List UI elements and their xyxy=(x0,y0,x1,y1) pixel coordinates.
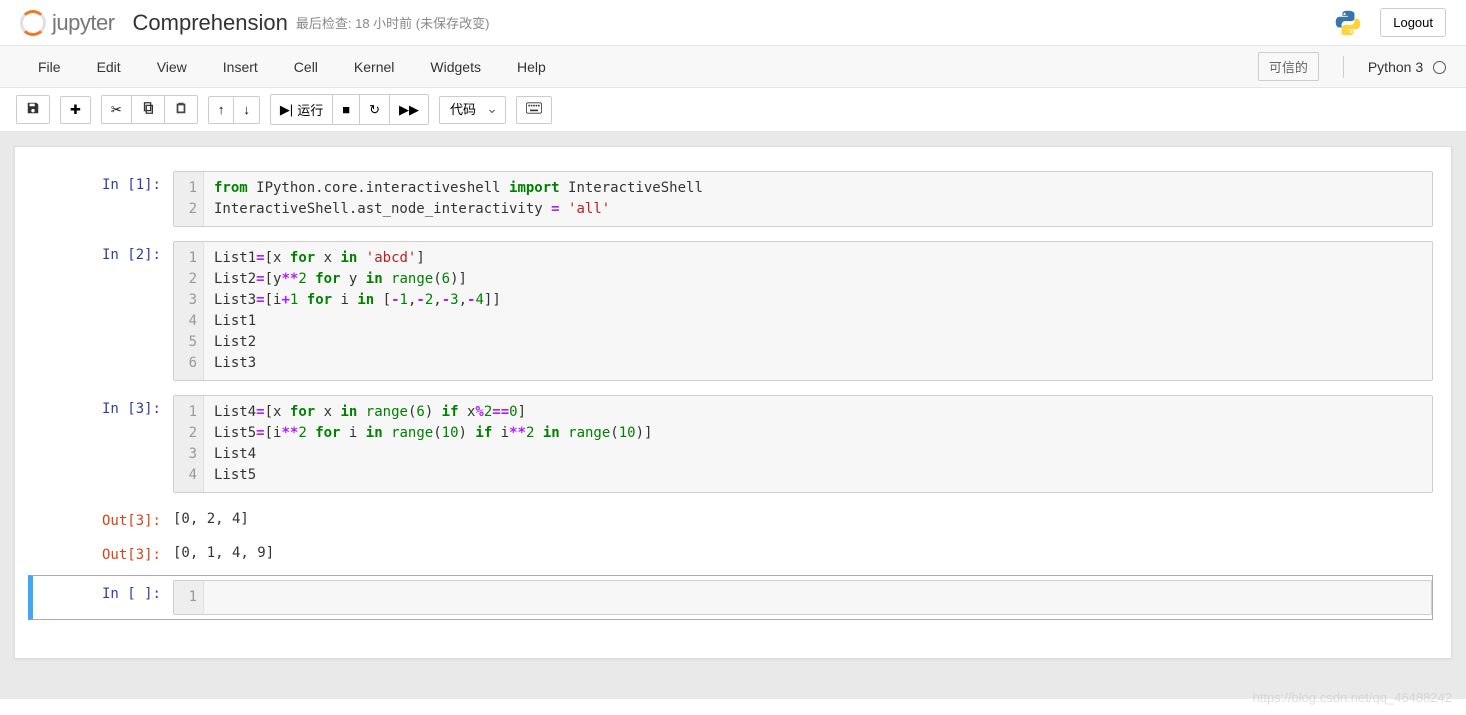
restart-button[interactable]: ↻ xyxy=(360,94,390,125)
kernel-name[interactable]: Python 3 xyxy=(1368,59,1446,75)
arrow-down-icon: ↓ xyxy=(243,102,250,117)
input-prompt: In [1]: xyxy=(33,171,173,227)
restart-run-all-button[interactable]: ▶▶ xyxy=(390,94,429,125)
line-gutter: 1 2 xyxy=(174,172,204,226)
code-content[interactable]: List1=[x for x in 'abcd'] List2=[y**2 fo… xyxy=(204,242,1432,380)
line-gutter: 1 xyxy=(174,581,204,614)
cut-button[interactable]: ✂ xyxy=(101,95,132,124)
run-icon: ▶| xyxy=(280,102,293,118)
stop-button[interactable]: ■ xyxy=(333,94,360,125)
menu-help[interactable]: Help xyxy=(499,53,564,81)
input-area[interactable]: 1 2 3 4 5 6List1=[x for x in 'abcd'] Lis… xyxy=(173,241,1433,381)
cut-icon: ✂ xyxy=(111,102,122,118)
plus-icon: ✚ xyxy=(70,102,81,118)
paste-icon xyxy=(174,101,188,118)
menu-file[interactable]: File xyxy=(20,53,79,81)
output-text: [0, 1, 4, 9] xyxy=(173,541,1433,565)
code-cell[interactable]: In [3]:1 2 3 4List4=[x for x in range(6)… xyxy=(33,395,1433,493)
output-text: [0, 2, 4] xyxy=(173,507,1433,531)
menu-kernel[interactable]: Kernel xyxy=(336,53,412,81)
code-cell[interactable]: In [1]:1 2from IPython.core.interactives… xyxy=(33,171,1433,227)
input-prompt: In [2]: xyxy=(33,241,173,381)
header: jupyter Comprehension 最后检查: 18 小时前 (未保存改… xyxy=(0,0,1466,46)
menu-edit[interactable]: Edit xyxy=(79,53,139,81)
code-cell[interactable]: In [ ]:1 xyxy=(28,575,1433,620)
copy-button[interactable] xyxy=(132,95,165,124)
save-icon xyxy=(26,101,40,118)
keyboard-icon xyxy=(526,102,542,117)
copy-icon xyxy=(141,101,155,118)
arrow-up-icon: ↑ xyxy=(218,102,225,117)
output-row: Out[3]:[0, 2, 4] xyxy=(33,507,1433,531)
input-area[interactable]: 1 2from IPython.core.interactiveshell im… xyxy=(173,171,1433,227)
logout-button[interactable]: Logout xyxy=(1380,8,1446,37)
kernel-status-icon xyxy=(1433,61,1446,74)
logo[interactable]: jupyter xyxy=(20,10,115,36)
input-prompt: In [ ]: xyxy=(33,580,173,615)
separator xyxy=(1343,56,1344,78)
add-cell-button[interactable]: ✚ xyxy=(60,96,91,124)
line-gutter: 1 2 3 4 5 6 xyxy=(174,242,204,380)
menu-insert[interactable]: Insert xyxy=(205,53,276,81)
notebook-title[interactable]: Comprehension xyxy=(133,10,288,36)
move-down-button[interactable]: ↓ xyxy=(234,96,260,124)
menubar: FileEditViewInsertCellKernelWidgetsHelp … xyxy=(0,46,1466,88)
code-content[interactable]: from IPython.core.interactiveshell impor… xyxy=(204,172,1432,226)
menu-cell[interactable]: Cell xyxy=(276,53,336,81)
input-area[interactable]: 1 xyxy=(173,580,1432,615)
input-prompt: In [3]: xyxy=(33,395,173,493)
celltype-select[interactable]: 代码 xyxy=(439,96,506,124)
restart-icon: ↻ xyxy=(369,102,380,118)
output-prompt: Out[3]: xyxy=(33,507,173,531)
checkpoint-status: 最后检查: 18 小时前 (未保存改变) xyxy=(296,13,490,32)
command-palette-button[interactable] xyxy=(516,96,552,124)
menu-view[interactable]: View xyxy=(139,53,205,81)
jupyter-icon xyxy=(20,10,46,36)
move-up-button[interactable]: ↑ xyxy=(208,96,235,124)
notebook-container: In [1]:1 2from IPython.core.interactives… xyxy=(0,132,1466,699)
python-icon xyxy=(1334,9,1362,37)
code-content[interactable]: List4=[x for x in range(6) if x%2==0] Li… xyxy=(204,396,1432,492)
toolbar: ✚ ✂ ↑ ↓ ▶| 运行 ■ ↻ ▶▶ 代码 xyxy=(0,88,1466,132)
input-area[interactable]: 1 2 3 4List4=[x for x in range(6) if x%2… xyxy=(173,395,1433,493)
run-button[interactable]: ▶| 运行 xyxy=(270,94,333,125)
fast-forward-icon: ▶▶ xyxy=(399,102,419,118)
code-cell[interactable]: In [2]:1 2 3 4 5 6List1=[x for x in 'abc… xyxy=(33,241,1433,381)
save-button[interactable] xyxy=(16,95,50,124)
code-content[interactable] xyxy=(204,581,1431,614)
paste-button[interactable] xyxy=(165,95,198,124)
stop-icon: ■ xyxy=(342,102,350,117)
notebook: In [1]:1 2from IPython.core.interactives… xyxy=(14,146,1452,659)
trusted-indicator[interactable]: 可信的 xyxy=(1258,52,1319,81)
output-row: Out[3]:[0, 1, 4, 9] xyxy=(33,541,1433,565)
line-gutter: 1 2 3 4 xyxy=(174,396,204,492)
logo-text: jupyter xyxy=(52,10,115,36)
menu-widgets[interactable]: Widgets xyxy=(412,53,499,81)
output-prompt: Out[3]: xyxy=(33,541,173,565)
